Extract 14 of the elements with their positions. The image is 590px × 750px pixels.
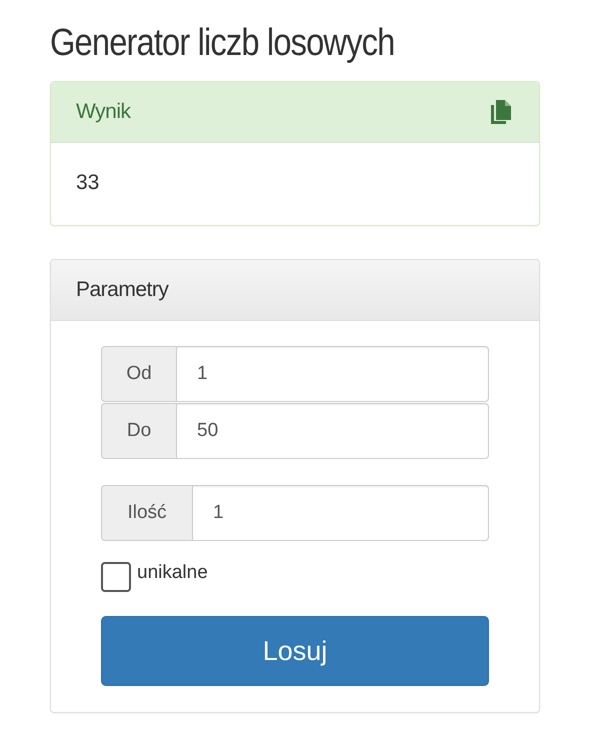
parameters-heading: Parametry: [76, 278, 168, 302]
checkbox-label: unikalne: [137, 562, 208, 584]
unique-checkbox[interactable]: [101, 562, 131, 592]
number-field[interactable]: 50: [177, 403, 489, 459]
field-label: Od: [101, 346, 177, 402]
result-heading: Wynik: [76, 100, 130, 124]
field-label: Ilość: [101, 485, 193, 541]
result-value: 33: [75, 170, 100, 196]
draw-button[interactable]: Losuj: [101, 616, 489, 686]
number-field[interactable]: 1: [193, 485, 489, 541]
copy-icon[interactable]: [489, 100, 511, 124]
number-field[interactable]: 1: [177, 346, 489, 402]
field-label: Do: [101, 403, 177, 459]
page-title: Generator liczb losowych: [50, 22, 394, 65]
